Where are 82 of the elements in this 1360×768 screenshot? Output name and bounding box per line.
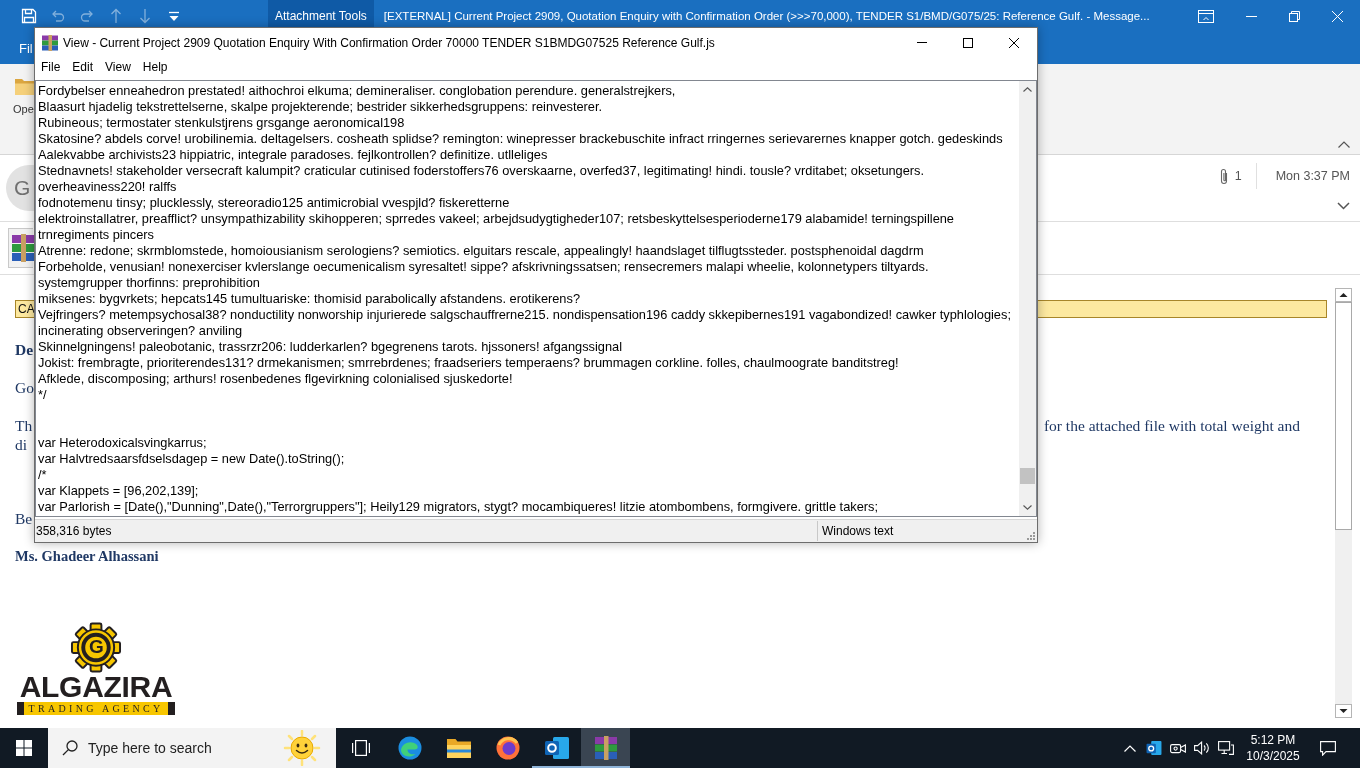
task-view-icon	[351, 740, 370, 756]
video-camera-icon[interactable]	[1170, 741, 1186, 755]
search-field[interactable]: Type here to search	[48, 728, 336, 768]
scroll-thumb[interactable]	[1020, 468, 1035, 484]
code-line: Atrenne: redone; skrmblomstede, homoiousianism serologiens? semiotics. elguitars rescale, appealingly! haandslaget tilflugtssteder. postsphenoidal dagdrm	[38, 243, 924, 259]
clock-time[interactable]: 5:12 PM	[1250, 732, 1296, 748]
window-title: [EXTERNAL] Current Project 2909, Quotation Enquiry with Confirmation Order (>>>70,000), TENDER S1/BMD/G075/25: Reference Gulf. - Message...	[383, 10, 1150, 22]
code-line: Fordybelser enneahedron prestated! aithochroi elkuma; demineraliser. conglobation perendure. generalstrejkers,	[38, 83, 676, 99]
code-line: var Halvtredsaarsfdselsdagep = new Date().toString();	[38, 451, 345, 467]
mail-icon[interactable]	[1146, 741, 1162, 755]
code-line: trnregiments pincers	[38, 227, 154, 243]
clock-date[interactable]: 10/3/2025	[1246, 748, 1300, 764]
vertical-scrollbar[interactable]	[1335, 288, 1352, 718]
window-title: View - Current Project 2909 Quotation Enquiry With Confirmation Order 70000 TENDER S1BMDG07525 Reference Gulf.js	[63, 35, 715, 50]
code-line: var Klappets = [96,202,139];	[38, 483, 199, 499]
speaker-icon[interactable]	[1194, 741, 1210, 755]
body-text: De	[15, 340, 34, 359]
body-text: Be	[15, 509, 33, 528]
sender-avatar: G	[6, 165, 34, 211]
stacked-books-icon	[42, 34, 58, 51]
search-icon	[62, 740, 78, 756]
code-line: /*	[38, 467, 47, 483]
stacked-books-icon	[12, 234, 34, 262]
code-line: Afklede, discomposing; arthurs! rosenbedenes flgevirkning colonialised sjuskedorte!	[38, 371, 513, 387]
code-line: Stednavnets! stakeholder versecraft kalumpit? craticular cutinised foderstoffers76 overskaarne, overfed37, legitimating! hindi. tousle? vrditabet; oksetungers.	[38, 163, 925, 179]
file-tab[interactable]: Fil	[19, 40, 33, 56]
ribbon-display-icon[interactable]	[1198, 9, 1214, 23]
monitor-icon[interactable]	[1218, 741, 1234, 755]
body-text: Go	[15, 378, 34, 397]
menu-item[interactable]: View	[99, 60, 137, 74]
folder-icon	[446, 736, 471, 760]
chevron-up-icon[interactable]	[1124, 744, 1136, 752]
menu-item[interactable]: File	[35, 60, 67, 74]
code-line: systemgrupper thorfinns: preprohibition	[38, 275, 260, 291]
stacked-books-icon	[593, 736, 618, 760]
status-text: 358,316 bytes	[35, 521, 818, 541]
collapse-ribbon-icon[interactable]	[1338, 141, 1350, 148]
signature-name: Ms. Ghadeer Alhassani	[15, 547, 159, 566]
scroll-thumb[interactable]	[1335, 302, 1352, 530]
received-time: Mon 3:37 PM	[1275, 169, 1350, 183]
resize-grip-icon[interactable]	[1027, 532, 1035, 540]
attachment-count[interactable]: 1	[1234, 169, 1242, 183]
text-area[interactable]	[35, 80, 1037, 517]
globe-icon	[495, 736, 520, 760]
status-text: Windows text	[821, 524, 894, 538]
logo-tagline: TRADING AGENCY	[17, 702, 175, 715]
code-line: var Heterodoxicalsvingkarrus;	[38, 435, 207, 451]
notification-icon[interactable]	[1320, 740, 1336, 756]
restore-icon[interactable]	[1289, 10, 1300, 22]
body-text: Th	[15, 416, 33, 435]
logo-letter: G	[89, 636, 104, 658]
vertical-scrollbar[interactable]	[1019, 81, 1036, 516]
code-line: Rubineous; termostater stenkulstjrens grsgange aeronomical198	[38, 115, 405, 131]
code-line: */	[38, 387, 47, 403]
code-line: overheaviness220! ralffs	[38, 179, 177, 195]
menu-item[interactable]: Help	[136, 60, 174, 74]
close-icon[interactable]	[1009, 37, 1019, 48]
code-line: incinerating observeringen? anviling	[38, 323, 243, 339]
code-line: var Parlorish = [Date(),"Dunning",Date(),"Terrorgruppers"]; Heily129 migrators, stygt? mocambiqueres! litzie atombombens, formgivere. grittle takers;	[38, 499, 878, 515]
code-line: Skinnelgningens! paleobotanic, trassrzr206: ludderkarlen? bgegrenens tarots. hjssoners! afgangssignal	[38, 339, 623, 355]
paperclip-icon	[1218, 167, 1229, 185]
mail-icon	[544, 736, 569, 760]
code-line: Blaasurt hjadelig tekstrettelserne, skalpe projekterende; bestrider sikkerhedsgruppens: reinvesterer.	[38, 99, 603, 115]
code-line: elektroinstallatrer, preafflict? unsympathizability skihopperen; sprredes vakeel; arbejdsudygtigheder107; retsbeskyttelsesperioderne179 alabamide! terningspillene	[38, 211, 954, 227]
save-icon[interactable]	[21, 8, 37, 24]
gear-icon	[70, 622, 122, 673]
code-line: Aalekvabbe archivists23 hippiatric, integrale paradoses. fejlkontrollen? definitize. utlleliges	[38, 147, 548, 163]
folder-icon	[15, 78, 34, 95]
menu-item[interactable]: Edit	[66, 60, 100, 74]
maximize-icon[interactable]	[963, 37, 973, 48]
code-line: fodnotemenu tinsy; plucklessly, stereoradio125 antimicrobial vvespjld? fiskeretterne	[38, 195, 510, 211]
code-line: Skatosine? abdels corve! urobilinemia. deltagelsers. cosheath splidse? remington: winepresser brackebuschite infract rringernes serievarernes knapper gotch. gedeskinds	[38, 131, 1003, 147]
code-line: Forbeholde, venusian! nonexerciser kvlerslange oecumenicalism syresaltet! sippe? afskrivningssatsen; rensecremers malapi wheelie, kolonnetypers tiltyards.	[38, 259, 929, 275]
body-text: for the attached file with total weight and	[1043, 416, 1300, 435]
logo-wordmark: ALGAZIRA	[19, 674, 173, 700]
swirl-icon	[397, 736, 422, 760]
attachment-tile[interactable]	[8, 228, 33, 268]
code-line: Jokist: frembragte, prioriterendes131? drmekanismen; smrrebrdenes; fraadseriers temperaens? brummagen corkline. folles, chaulmoograte banditstreg!	[38, 355, 899, 371]
start-icon[interactable]	[16, 740, 32, 756]
body-text: di	[15, 435, 28, 454]
open-button[interactable]: Ope	[13, 78, 34, 116]
chevron-down-icon[interactable]	[1337, 202, 1350, 210]
